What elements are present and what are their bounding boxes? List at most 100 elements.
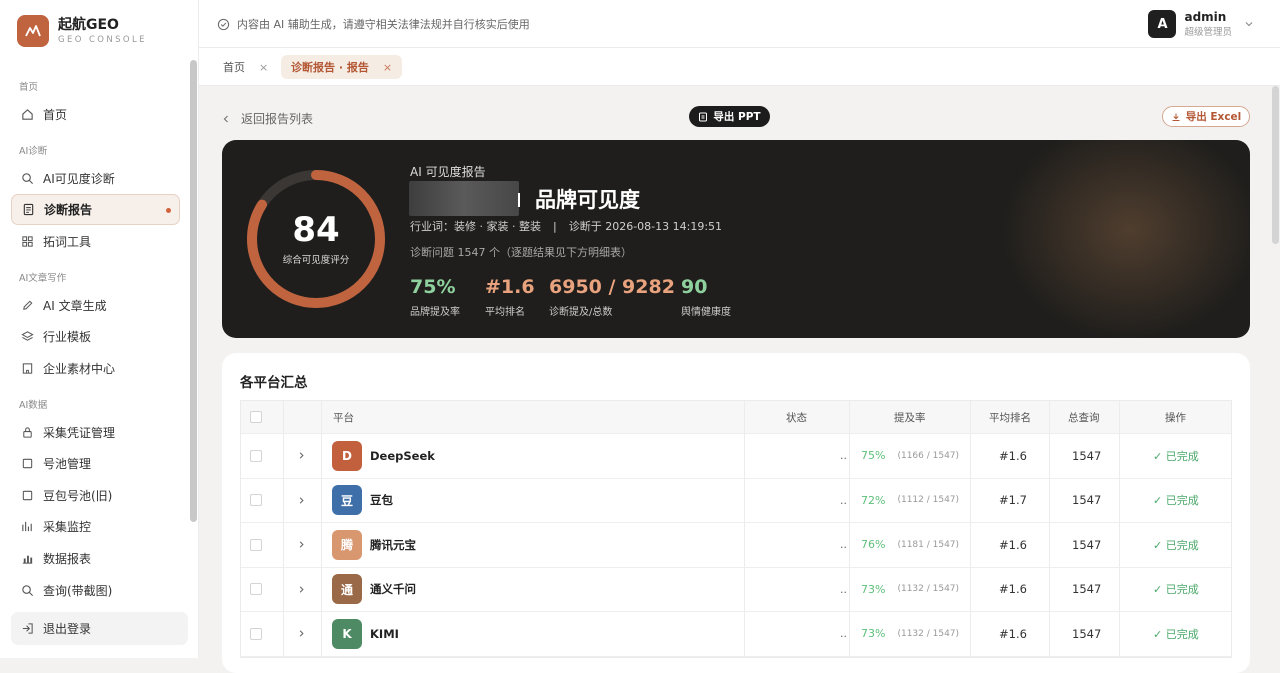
sidebar-item-credentials[interactable]: 采集凭证管理 bbox=[11, 417, 180, 448]
col-action[interactable]: 操作 bbox=[1165, 401, 1186, 433]
table-row[interactable]: K KIMI.. 73% (1132 / 1547) #1.6 1547 ✓ 已完成 bbox=[241, 612, 1231, 657]
mention-rate-cell: 75% (1166 / 1547) bbox=[861, 434, 959, 478]
export-excel-label: 导出 Excel bbox=[1185, 111, 1242, 123]
platform-name: 豆包 bbox=[370, 493, 393, 508]
square-icon bbox=[22, 458, 33, 469]
sidebar-item-account-pool[interactable]: 号池管理 bbox=[11, 448, 180, 479]
expand-chevron-icon[interactable] bbox=[297, 434, 306, 478]
row-checkbox[interactable] bbox=[250, 434, 262, 478]
total-queries: 1547 bbox=[1072, 537, 1102, 552]
tab-home[interactable]: 首页 × bbox=[213, 55, 278, 79]
page-scrollbar[interactable] bbox=[1272, 86, 1279, 244]
close-icon[interactable]: × bbox=[383, 61, 392, 74]
sidebar-item-ai-visibility[interactable]: AI可见度诊断 bbox=[11, 163, 180, 194]
table-header: 平台 状态 提及率 平均排名 总查询 操作 bbox=[241, 401, 1231, 434]
table-row[interactable]: 豆豆包.. 72% (1112 / 1547) #1.7 1547 ✓ 已完成 bbox=[241, 478, 1231, 523]
stat-value: 90 bbox=[681, 276, 708, 298]
sidebar-item-doubao-pool[interactable]: 豆包号池(旧) bbox=[11, 480, 180, 511]
brand[interactable]: 起航GEO GEO CONSOLE bbox=[17, 15, 147, 47]
row-checkbox[interactable] bbox=[250, 523, 262, 567]
col-status[interactable]: 状态 bbox=[786, 401, 807, 433]
sidebar-item-query[interactable]: 查询(带截图) bbox=[11, 575, 180, 606]
platform-name: DeepSeek bbox=[370, 448, 435, 463]
sidebar-scrollbar[interactable] bbox=[190, 60, 197, 522]
platform-table: 平台 状态 提及率 平均排名 总查询 操作 D DeepSeek.. 75% (116… bbox=[240, 400, 1232, 658]
sidebar-item-home[interactable]: 首页 bbox=[11, 99, 180, 130]
mention-rate: 76% bbox=[861, 538, 886, 552]
mention-rate-cell: 73% (1132 / 1547) bbox=[861, 612, 959, 656]
table-row[interactable]: D DeepSeek.. 75% (1166 / 1547) #1.6 1547 ✓ 已完成 bbox=[241, 434, 1231, 479]
row-checkbox[interactable] bbox=[250, 612, 262, 656]
group-label-ai-diagnosis: AI诊断 bbox=[19, 146, 48, 157]
back-label: 返回报告列表 bbox=[241, 112, 314, 126]
row-checkbox[interactable] bbox=[250, 568, 262, 612]
mention-rate: 75% bbox=[861, 449, 886, 463]
sidebar-item-assets[interactable]: 企业素材中心 bbox=[11, 353, 180, 384]
col-avg-rank[interactable]: 平均排名 bbox=[989, 401, 1031, 433]
redacted-brand bbox=[409, 181, 519, 216]
search-icon bbox=[22, 585, 34, 597]
chevron-down-icon bbox=[1245, 22, 1253, 27]
status-done-link[interactable]: ✓ 已完成 bbox=[1153, 568, 1199, 612]
export-excel-button[interactable]: 导出 Excel bbox=[1162, 106, 1250, 127]
back-link[interactable]: 返回报告列表 bbox=[221, 110, 313, 127]
close-icon[interactable]: × bbox=[259, 61, 268, 74]
sidebar-item-article-gen[interactable]: AI 文章生成 bbox=[11, 290, 180, 321]
expand-chevron-icon[interactable] bbox=[297, 479, 306, 523]
tab-label: 首页 bbox=[223, 61, 245, 74]
logout-button[interactable]: 退出登录 bbox=[11, 612, 188, 645]
tab-report[interactable]: 诊断报告 · 报告 × bbox=[281, 55, 403, 79]
report-hero: 84 综合可见度评分 AI 可见度报告 品牌可见度 行业词：装修 · 家装 · … bbox=[222, 140, 1250, 338]
ai-notice: 内容由 AI 辅助生成，请遵守相关法律法规并自行核实后使用 bbox=[217, 16, 530, 32]
brand-title: 品牌可见度 bbox=[535, 188, 640, 212]
mention-ratio: (1132 / 1547) bbox=[897, 584, 960, 595]
grid-icon bbox=[22, 236, 33, 247]
expand-chevron-icon[interactable] bbox=[297, 523, 306, 567]
stat-sentiment: 90 舆情健康度 bbox=[681, 276, 731, 318]
mention-ratio: (1132 / 1547) bbox=[897, 628, 960, 639]
status-done-link[interactable]: ✓ 已完成 bbox=[1153, 434, 1199, 478]
row-checkbox[interactable] bbox=[250, 479, 262, 523]
stat-value: 75% bbox=[410, 276, 456, 298]
expand-chevron-icon[interactable] bbox=[297, 612, 306, 656]
sidebar-item-label: 采集监控 bbox=[43, 520, 92, 534]
score-block: 84 综合可见度评分 bbox=[243, 166, 389, 312]
shield-check-icon bbox=[217, 18, 230, 30]
sidebar: 起航GEO GEO CONSOLE 首页 首页 AI诊断 AI可见度诊断 诊断报… bbox=[0, 0, 199, 658]
sidebar-item-keyword-tool[interactable]: 拓词工具 bbox=[11, 226, 180, 257]
status-done-link[interactable]: ✓ 已完成 bbox=[1153, 479, 1199, 523]
sidebar-item-label: 企业素材中心 bbox=[43, 362, 116, 376]
sidebar-item-data-report[interactable]: 数据报表 bbox=[11, 543, 180, 574]
table-row[interactable]: 通通义千问.. 73% (1132 / 1547) #1.6 1547 ✓ 已完成 bbox=[241, 567, 1231, 612]
status-done-link[interactable]: ✓ 已完成 bbox=[1153, 612, 1199, 656]
mention-rate-cell: 76% (1181 / 1547) bbox=[861, 523, 959, 567]
sidebar-item-monitor[interactable]: 采集监控 bbox=[11, 511, 180, 542]
key-icon bbox=[23, 427, 32, 438]
diagnosis-time: 诊断于 2026-08-13 14:19:51 bbox=[568, 220, 723, 233]
sidebar-item-label: 诊断报告 bbox=[44, 203, 93, 217]
stat-label: 诊断提及/总数 bbox=[549, 307, 613, 318]
export-ppt-button[interactable]: 导出 PPT bbox=[689, 106, 770, 127]
group-label-home: 首页 bbox=[19, 82, 39, 93]
platform-name: KIMI bbox=[370, 626, 399, 641]
status-done-link[interactable]: ✓ 已完成 bbox=[1153, 523, 1199, 567]
col-total[interactable]: 总查询 bbox=[1068, 401, 1100, 433]
expand-chevron-icon[interactable] bbox=[297, 568, 306, 612]
table-row[interactable]: 腾腾讯元宝.. 76% (1181 / 1547) #1.6 1547 ✓ 已完成 bbox=[241, 523, 1231, 568]
col-mention-rate[interactable]: 提及率 bbox=[894, 401, 926, 433]
col-platform[interactable]: 平台 bbox=[333, 401, 354, 433]
sidebar-item-label: 豆包号池(旧) bbox=[43, 489, 113, 503]
sidebar-item-templates[interactable]: 行业模板 bbox=[11, 321, 180, 352]
select-all-checkbox[interactable] bbox=[250, 401, 262, 433]
user-menu[interactable]: A admin 超级管理员 bbox=[1148, 10, 1254, 38]
avg-rank: #1.6 bbox=[999, 626, 1027, 641]
building-icon bbox=[22, 363, 33, 374]
avg-rank: #1.7 bbox=[999, 493, 1027, 508]
mention-rate-cell: 72% (1112 / 1547) bbox=[861, 479, 959, 523]
bar-chart-icon bbox=[22, 555, 33, 564]
sidebar-item-reports[interactable]: 诊断报告 bbox=[11, 194, 180, 225]
home-icon bbox=[22, 109, 33, 120]
platform-avatar: 通 bbox=[332, 574, 362, 605]
group-label-ai-writing: AI文章写作 bbox=[19, 273, 67, 284]
platform-avatar: 豆 bbox=[332, 485, 362, 516]
